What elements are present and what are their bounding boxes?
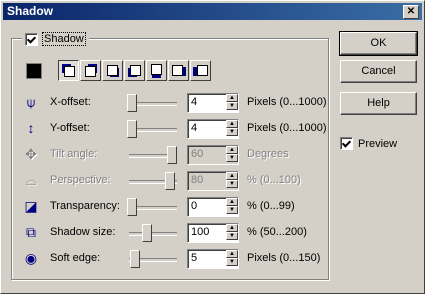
direction-right-down-button[interactable]	[168, 60, 189, 81]
x-offset-input[interactable]: 4 ▲ ▼	[187, 93, 239, 113]
soft-edge-up-button[interactable]: ▲	[226, 250, 238, 258]
shadow-size-slider-track[interactable]	[129, 232, 177, 236]
soft-edge-units: Pixels (0...150)	[247, 252, 321, 264]
y-offset-icon: ↕	[27, 120, 35, 136]
ok-button[interactable]: OK	[339, 31, 418, 56]
shadow-direction-buttons	[58, 60, 212, 82]
y-offset-label: Y-offset:	[50, 122, 90, 134]
direction-lower-left-button[interactable]	[124, 60, 145, 81]
x-offset-slider-thumb[interactable]	[127, 94, 137, 112]
soft-edge-slider-thumb[interactable]	[130, 250, 140, 268]
shadow-color-swatch[interactable]	[26, 63, 42, 79]
direction-upper-left-button[interactable]	[58, 60, 79, 81]
perspective-up-button: ▲	[226, 172, 238, 180]
shadow-checkbox-box[interactable]	[25, 32, 38, 46]
shadow-size-icon: ⧉	[26, 224, 36, 240]
transparency-units: % (0...99)	[247, 200, 295, 212]
preview-checkbox-box[interactable]	[340, 137, 353, 150]
perspective-down-button: ▼	[226, 180, 238, 188]
soft-edge-input[interactable]: 5 ▲ ▼	[187, 249, 239, 269]
shadow-size-row: ⧉ Shadow size: 100 ▲ ▼ % (50...200)	[22, 223, 327, 243]
help-button[interactable]: Help	[340, 92, 417, 115]
transparency-up-button[interactable]: ▲	[226, 198, 238, 206]
shadow-checkbox-label: Shadow	[42, 32, 86, 46]
y-offset-input[interactable]: 4 ▲ ▼	[187, 119, 239, 139]
close-icon[interactable]: ✕	[403, 5, 419, 19]
transparency-label: Transparency:	[50, 200, 120, 212]
x-offset-down-button[interactable]: ▼	[226, 102, 238, 110]
tilt-angle-icon: ✥	[25, 146, 37, 162]
direction-down-button[interactable]	[146, 60, 167, 81]
shadow-size-label: Shadow size:	[50, 226, 116, 238]
tilt-angle-up-button: ▲	[226, 146, 238, 154]
soft-edge-label: Soft edge:	[50, 252, 101, 264]
perspective-icon: ⌓	[25, 172, 37, 188]
cancel-button[interactable]: Cancel	[340, 60, 417, 83]
transparency-icon: ◪	[24, 198, 38, 214]
y-offset-units: Pixels (0...1000)	[247, 122, 327, 134]
preview-label: Preview	[358, 137, 398, 150]
x-offset-row: ⍦ X-offset: 4 ▲ ▼ Pixels (0...1000)	[22, 93, 327, 113]
tilt-angle-down-button: ▼	[226, 154, 238, 162]
shadow-enable-checkbox[interactable]: Shadow	[22, 32, 89, 46]
shadow-size-units: % (50...200)	[247, 226, 307, 238]
tilt-angle-input: 60 ▲ ▼	[187, 145, 239, 165]
shadow-size-up-button[interactable]: ▲	[226, 224, 238, 232]
preview-checkbox[interactable]: Preview	[340, 137, 397, 150]
y-offset-down-button[interactable]: ▼	[226, 128, 238, 136]
shadow-size-input[interactable]: 100 ▲ ▼	[187, 223, 239, 243]
x-offset-icon: ⍦	[26, 94, 36, 110]
transparency-slider-thumb[interactable]	[127, 198, 137, 216]
transparency-down-button[interactable]: ▼	[226, 206, 238, 214]
title-bar: Shadow ✕	[3, 3, 422, 20]
direction-left-down-button[interactable]	[190, 60, 211, 81]
direction-lower-right-button[interactable]	[102, 60, 123, 81]
x-offset-label: X-offset:	[50, 96, 91, 108]
x-offset-units: Pixels (0...1000)	[247, 96, 327, 108]
perspective-label: Perspective:	[50, 174, 111, 186]
transparency-input[interactable]: 0 ▲ ▼	[187, 197, 239, 217]
perspective-units: % (0...100)	[247, 174, 301, 186]
direction-upper-right-button[interactable]	[80, 60, 101, 81]
tilt-angle-row: ✥ Tilt angle: 60 ▲ ▼ Degrees	[22, 145, 327, 165]
shadow-size-down-button[interactable]: ▼	[226, 232, 238, 240]
y-offset-row: ↕ Y-offset: 4 ▲ ▼ Pixels (0...1000)	[22, 119, 327, 139]
perspective-input: 80 ▲ ▼	[187, 171, 239, 191]
y-offset-slider-thumb[interactable]	[127, 120, 137, 138]
tilt-angle-label: Tilt angle:	[50, 148, 98, 160]
y-offset-up-button[interactable]: ▲	[226, 120, 238, 128]
perspective-row: ⌓ Perspective: 80 ▲ ▼ % (0...100)	[22, 171, 327, 191]
tilt-angle-slider-thumb	[167, 146, 177, 164]
perspective-slider-thumb	[165, 172, 175, 190]
soft-edge-icon: ◉	[24, 250, 38, 266]
dialog-title: Shadow	[7, 4, 54, 18]
transparency-row: ◪ Transparency: 0 ▲ ▼ % (0...99)	[22, 197, 327, 217]
shadow-size-slider-thumb[interactable]	[142, 224, 152, 242]
soft-edge-row: ◉ Soft edge: 5 ▲ ▼ Pixels (0...150)	[22, 249, 327, 269]
x-offset-up-button[interactable]: ▲	[226, 94, 238, 102]
tilt-angle-units: Degrees	[247, 148, 289, 160]
soft-edge-down-button[interactable]: ▼	[226, 258, 238, 266]
